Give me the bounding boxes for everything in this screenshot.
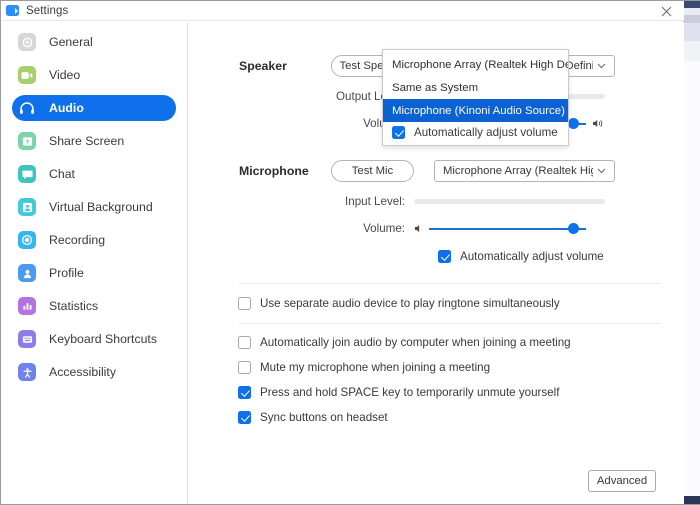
ringtone-option-row[interactable]: Use separate audio device to play ringto… — [238, 293, 684, 314]
sidebar-item-label: Recording — [49, 233, 106, 247]
space-key-checkbox[interactable] — [238, 386, 251, 399]
dropdown-option-selected[interactable]: Microphone (Kinoni Audio Source) — [383, 99, 568, 122]
audio-options-list: Automatically join audio by computer whe… — [238, 332, 684, 428]
auto-join-audio-row[interactable]: Automatically join audio by computer whe… — [238, 332, 684, 353]
sidebar-item-label: Profile — [49, 266, 84, 280]
sidebar-item-profile[interactable]: Profile — [12, 260, 176, 286]
speaker-slider-knob[interactable] — [567, 118, 579, 129]
mute-mic-checkbox[interactable] — [238, 361, 251, 374]
test-mic-button[interactable]: Test Mic — [331, 160, 414, 182]
space-key-row[interactable]: Press and hold SPACE key to temporarily … — [238, 382, 684, 403]
sidebar-item-video[interactable]: Video — [12, 62, 176, 88]
dropdown-auto-adjust-row[interactable]: Automatically adjust volume — [383, 122, 568, 143]
background-window-strip — [683, 1, 700, 504]
sidebar-item-label: Virtual Background — [49, 200, 153, 214]
sync-headset-checkbox[interactable] — [238, 411, 251, 424]
auto-join-audio-label: Automatically join audio by computer whe… — [260, 336, 571, 349]
sidebar-item-label: Chat — [49, 167, 75, 181]
microphone-volume-slider[interactable] — [414, 223, 605, 234]
microphone-row: Microphone Test Mic Microphone Array (Re… — [239, 160, 684, 182]
microphone-volume-row: Volume: — [239, 222, 684, 235]
video-camera-icon — [18, 66, 36, 84]
microphone-section-label: Microphone — [239, 164, 309, 178]
sidebar-item-audio[interactable]: Audio — [12, 95, 176, 121]
sidebar-item-chat[interactable]: Chat — [12, 161, 176, 187]
person-icon — [18, 264, 36, 282]
sidebar-item-accessibility[interactable]: Accessibility — [12, 359, 176, 385]
auto-adjust-volume-row[interactable]: Automatically adjust volume — [438, 246, 684, 267]
window-title: Settings — [26, 4, 69, 17]
sidebar-item-keyboard-shortcuts[interactable]: Keyboard Shortcuts — [12, 326, 176, 352]
sidebar-item-general[interactable]: General — [12, 29, 176, 55]
record-circle-icon — [18, 231, 36, 249]
settings-body: General Video Audio Share Screen Chat Vi… — [1, 22, 684, 504]
dropdown-auto-adjust-checkbox[interactable] — [392, 126, 405, 139]
sync-headset-label: Sync buttons on headset — [260, 411, 388, 424]
microphone-device-select[interactable]: Microphone Array (Realtek High ... — [434, 160, 615, 182]
microphone-device-dropdown[interactable]: Microphone Array (Realtek High Defini...… — [382, 49, 569, 146]
speaker-low-icon — [414, 225, 420, 232]
sidebar-item-share-screen[interactable]: Share Screen — [12, 128, 176, 154]
close-icon — [661, 6, 671, 16]
sidebar-item-virtual-background[interactable]: Virtual Background — [12, 194, 176, 220]
close-button[interactable] — [648, 1, 684, 21]
audio-settings-panel: Speaker Test Speaker Speakers (Realtek H… — [188, 22, 684, 504]
share-screen-icon — [18, 132, 36, 150]
input-level-row: Input Level: — [239, 195, 684, 208]
input-level-label: Input Level: — [345, 195, 405, 208]
sidebar-item-label: General — [49, 35, 93, 49]
speaker-section-label: Speaker — [239, 59, 287, 73]
sidebar-item-statistics[interactable]: Statistics — [12, 293, 176, 319]
settings-window: Settings General Video Audio Share Scree… — [0, 0, 700, 505]
microphone-slider-knob[interactable] — [567, 223, 579, 234]
microphone-slider-track — [429, 227, 586, 230]
gear-icon — [18, 33, 36, 51]
chevron-down-icon — [597, 63, 606, 69]
person-frame-icon — [18, 198, 36, 216]
divider-top — [239, 283, 661, 284]
auto-adjust-volume-label: Automatically adjust volume — [460, 250, 604, 263]
ringtone-checkbox[interactable] — [238, 297, 251, 310]
bar-chart-icon — [18, 297, 36, 315]
title-bar: Settings — [1, 1, 684, 21]
mute-mic-label: Mute my microphone when joining a meetin… — [260, 361, 491, 374]
auto-join-audio-checkbox[interactable] — [238, 336, 251, 349]
sync-headset-row[interactable]: Sync buttons on headset — [238, 407, 684, 428]
speaker-high-icon — [593, 120, 603, 127]
chevron-down-icon — [597, 168, 606, 174]
microphone-volume-label: Volume: — [363, 222, 405, 235]
accessibility-icon — [18, 363, 36, 381]
mute-mic-row[interactable]: Mute my microphone when joining a meetin… — [238, 357, 684, 378]
sidebar-item-label: Statistics — [49, 299, 99, 313]
advanced-button[interactable]: Advanced — [588, 470, 656, 492]
sidebar-item-label: Audio — [49, 101, 84, 115]
headphones-icon — [18, 99, 36, 117]
space-key-label: Press and hold SPACE key to temporarily … — [260, 386, 560, 399]
dropdown-option[interactable]: Microphone Array (Realtek High Defini... — [383, 53, 568, 76]
dropdown-auto-adjust-label: Automatically adjust volume — [414, 126, 558, 139]
sidebar-item-label: Share Screen — [49, 134, 125, 148]
settings-sidebar: General Video Audio Share Screen Chat Vi… — [1, 22, 188, 504]
auto-adjust-volume-checkbox[interactable] — [438, 250, 451, 263]
microphone-device-value: Microphone Array (Realtek High ... — [443, 165, 593, 177]
sidebar-item-recording[interactable]: Recording — [12, 227, 176, 253]
ringtone-label: Use separate audio device to play ringto… — [260, 297, 560, 310]
keyboard-icon — [18, 330, 36, 348]
divider-bottom — [239, 323, 661, 324]
input-level-meter — [414, 199, 605, 204]
zoom-camera-icon — [6, 5, 19, 16]
sidebar-item-label: Accessibility — [49, 365, 116, 379]
sidebar-item-label: Video — [49, 68, 81, 82]
sidebar-item-label: Keyboard Shortcuts — [49, 332, 158, 346]
chat-bubble-icon — [18, 165, 36, 183]
dropdown-option[interactable]: Same as System — [383, 76, 568, 99]
